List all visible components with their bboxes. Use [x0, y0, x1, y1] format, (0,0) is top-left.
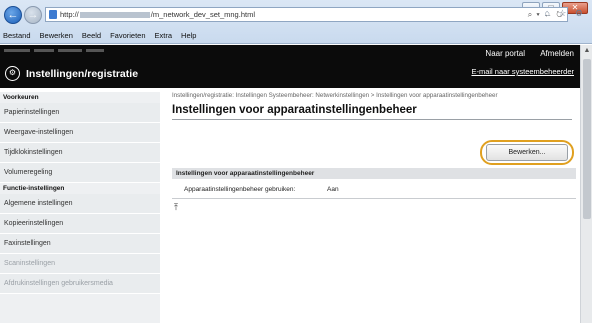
page-icon [49, 10, 57, 19]
sidebar-item-copy[interactable]: Kopieerinstellingen [0, 214, 160, 234]
setting-label: Apparaatinstellingenbeheer gebruiken: [184, 186, 296, 193]
logout-link[interactable]: Afmelden [540, 49, 574, 58]
sidebar-item-general[interactable]: Algemene instellingen [0, 194, 160, 214]
setting-value: Aan [327, 186, 339, 193]
menu-item-bewerken[interactable]: Bewerken [40, 31, 73, 40]
breadcrumb: Instellingen/registratie: Instellingen S… [172, 92, 498, 99]
vertical-scrollbar[interactable]: ▲ [580, 45, 592, 323]
site-header: Naar portal Afmelden E-mail naar systeem… [0, 45, 580, 88]
menu-bar: Bestand Bewerken Beeld Favorieten Extra … [0, 27, 592, 43]
portal-link[interactable]: Naar portal [485, 49, 525, 58]
row-divider [172, 198, 576, 199]
settings-logo-icon: ⚙ [5, 66, 20, 81]
sidebar: Voorkeuren Papierinstellingen Weergave-i… [0, 92, 160, 323]
mail-admin-link[interactable]: E-mail naar systeembeheerder [471, 67, 574, 76]
sidebar-item-paper[interactable]: Papierinstellingen [0, 103, 160, 123]
forward-arrow-icon[interactable]: → [24, 6, 42, 24]
address-prefix: http:// [60, 10, 79, 19]
sidebar-item-volume[interactable]: Volumeregeling [0, 163, 160, 183]
menu-item-extra[interactable]: Extra [155, 31, 173, 40]
edit-button[interactable]: Bewerken... [486, 144, 568, 161]
menu-item-help[interactable]: Help [181, 31, 196, 40]
sidebar-item-timer[interactable]: Tijdklokinstellingen [0, 143, 160, 163]
page-title: Instellingen voor apparaatinstellingenbe… [172, 104, 417, 116]
menu-item-favorieten[interactable]: Favorieten [110, 31, 145, 40]
browser-chrome: – □ ✕ ← → http:///m_network_dev_set_mng.… [0, 0, 592, 44]
sidebar-group-preferences: Voorkeuren [3, 94, 39, 101]
address-path: /m_network_dev_set_mng.html [150, 10, 255, 19]
scroll-thumb[interactable] [583, 59, 591, 219]
scroll-up-icon[interactable]: ▲ [581, 45, 592, 57]
menu-item-beeld[interactable]: Beeld [82, 31, 101, 40]
section-header: Instellingen voor apparaatinstellingenbe… [172, 168, 576, 179]
title-divider [172, 119, 572, 120]
main-content: Instellingen/registratie: Instellingen S… [172, 92, 580, 212]
redacted-host [79, 12, 150, 19]
sidebar-item-display[interactable]: Weergave-instellingen [0, 123, 160, 143]
browser-toolbar-icons[interactable]: ⌂ ☆ ⚙ [544, 8, 586, 19]
app-title: Instellingen/registratie [26, 68, 139, 80]
sidebar-item-scan[interactable]: Scaninstellingen [0, 254, 160, 274]
back-arrow-icon[interactable]: ← [4, 6, 22, 24]
back-to-top-icon[interactable]: ⤒ [174, 202, 178, 213]
address-bar[interactable]: http:///m_network_dev_set_mng.html ⌕ ▾ ←… [45, 7, 568, 22]
header-user-info [4, 48, 144, 54]
sidebar-item-fax[interactable]: Faxinstellingen [0, 234, 160, 254]
menu-item-bestand[interactable]: Bestand [3, 31, 31, 40]
sidebar-item-print-media[interactable]: Afdrukinstellingen gebruikersmedia [0, 274, 160, 294]
sidebar-group-functions: Functie-instellingen [3, 185, 65, 192]
setting-row: Apparaatinstellingenbeheer gebruiken: Aa… [172, 184, 576, 196]
